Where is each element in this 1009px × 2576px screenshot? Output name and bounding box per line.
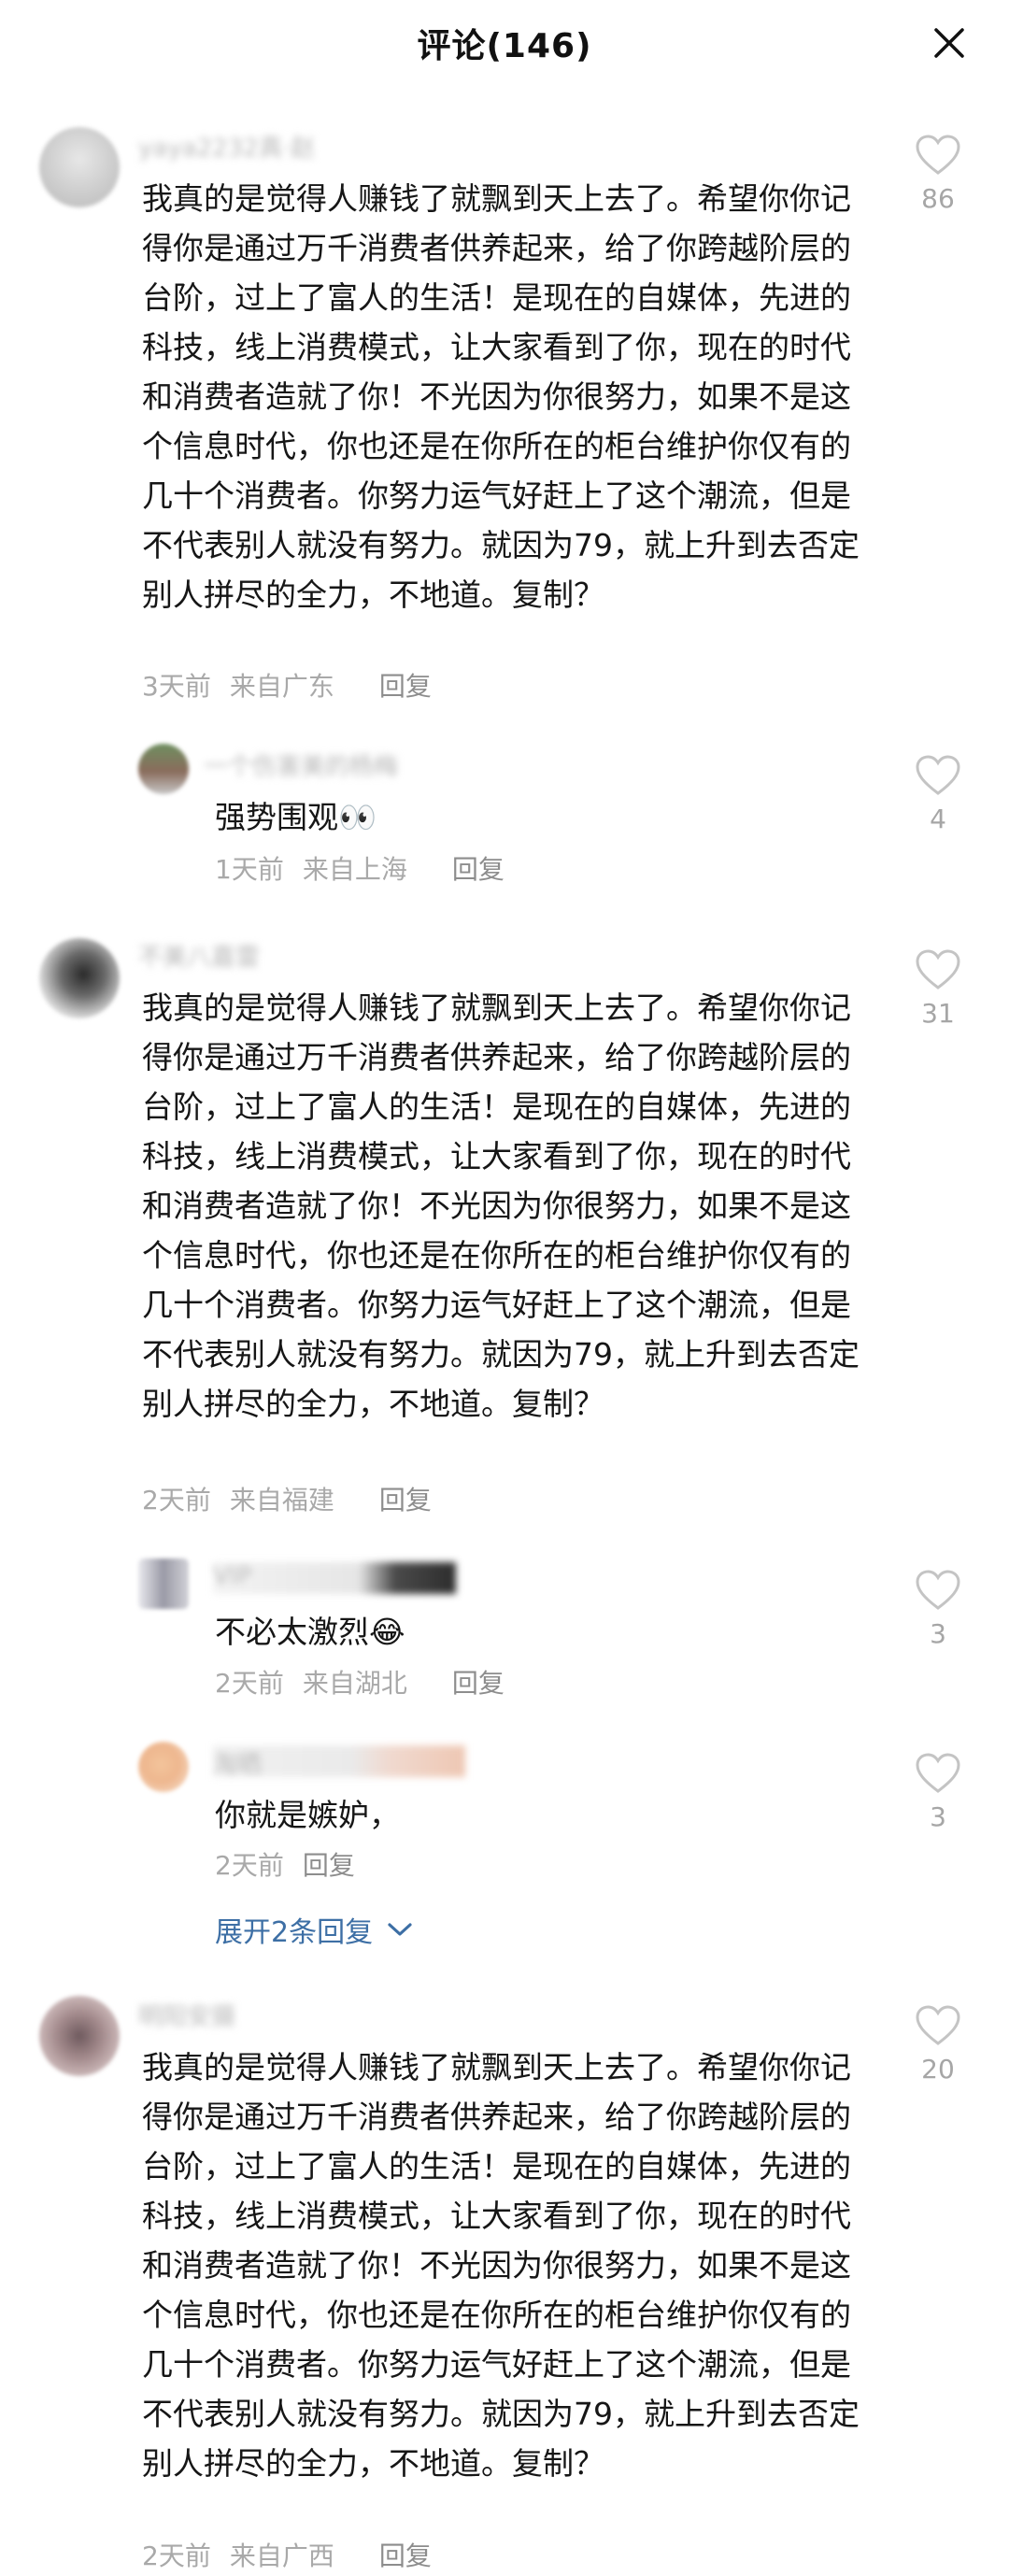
- username[interactable]: 不美八嘉雷: [138, 938, 325, 970]
- reply-button[interactable]: 回复: [452, 854, 504, 885]
- like-button[interactable]: 3: [910, 1570, 966, 1649]
- avatar[interactable]: [138, 744, 189, 794]
- username[interactable]: VIP: [213, 1562, 456, 1594]
- comment-meta: 2天前 来自湖北 回复: [215, 1663, 523, 1701]
- comment-meta: 2天前 来自广西 回复: [142, 2536, 450, 2573]
- comment-meta: 3天前 来自广东 回复: [142, 666, 450, 704]
- avatar[interactable]: [138, 1558, 189, 1609]
- heart-icon: [916, 949, 960, 989]
- comment-time: 2天前: [142, 2540, 211, 2571]
- like-button[interactable]: 86: [910, 135, 966, 214]
- like-button[interactable]: 4: [910, 755, 966, 834]
- comment-text: 强势围观👀: [215, 799, 377, 835]
- close-button[interactable]: [927, 21, 972, 65]
- comment-time: 2天前: [142, 1485, 211, 1516]
- like-button[interactable]: 3: [910, 1753, 966, 1832]
- comment-text: 不必太激烈😂: [215, 1614, 405, 1650]
- like-count: 86: [921, 183, 955, 214]
- like-count: 3: [930, 1801, 946, 1832]
- reply-button[interactable]: 回复: [379, 671, 432, 702]
- expand-replies-label: 展开2条回复: [215, 1916, 374, 1949]
- comment-text: 我真的是觉得人赚钱了就飘到天上去了。希望你你记得你是通过万千消费者供养起来，给了…: [142, 2049, 860, 2482]
- reply-button[interactable]: 回复: [303, 1850, 355, 1881]
- username[interactable]: 一个伤害美的杨梅: [204, 747, 465, 779]
- like-count: 31: [921, 998, 955, 1029]
- heart-icon: [916, 755, 960, 795]
- avatar[interactable]: [39, 1996, 120, 2076]
- reply-button[interactable]: 回复: [379, 1485, 432, 1516]
- comment-location: 来自广西: [229, 2540, 334, 2571]
- heart-icon: [916, 1570, 960, 1610]
- username[interactable]: 明阳安摄: [138, 1998, 288, 2029]
- comment-location: 来自福建: [229, 1485, 334, 1516]
- comment-text: 我真的是觉得人赚钱了就飘到天上去了。希望你你记得你是通过万千消费者供养起来，给了…: [142, 989, 860, 1422]
- comment-location: 来自湖北: [302, 1668, 407, 1699]
- like-button[interactable]: 20: [910, 2005, 966, 2085]
- chevron-down-icon: [388, 1923, 412, 1936]
- username[interactable]: 淘晒: [213, 1745, 465, 1777]
- like-count: 3: [930, 1618, 946, 1649]
- like-button[interactable]: 31: [910, 949, 966, 1029]
- reply-button[interactable]: 回复: [452, 1668, 504, 1699]
- close-icon: [934, 28, 964, 58]
- comment-meta: 2天前 回复: [215, 1845, 374, 1883]
- avatar[interactable]: [39, 127, 120, 207]
- comment-meta: 2天前 来自福建 回复: [142, 1480, 450, 1517]
- username[interactable]: yaya2232真·赵: [138, 129, 447, 161]
- avatar[interactable]: [39, 938, 120, 1018]
- like-count: 20: [921, 2054, 955, 2085]
- page-title: 评论(146): [417, 27, 592, 65]
- comments-header: 评论(146): [0, 0, 1009, 86]
- like-count: 4: [930, 804, 946, 834]
- comment-time: 1天前: [215, 854, 284, 885]
- expand-replies-button[interactable]: 展开2条回复: [215, 1909, 414, 1950]
- comment-text: 你就是嫉妒，: [215, 1797, 400, 1833]
- comment-location: 来自广东: [229, 671, 334, 702]
- comment-location: 来自上海: [302, 854, 407, 885]
- comment-meta: 1天前 来自上海 回复: [215, 849, 523, 887]
- heart-icon: [916, 135, 960, 175]
- avatar[interactable]: [138, 1742, 189, 1792]
- comment-time: 2天前: [215, 1668, 284, 1699]
- comment-text: 我真的是觉得人赚钱了就飘到天上去了。希望你你记得你是通过万千消费者供养起来，给了…: [142, 180, 860, 613]
- reply-button[interactable]: 回复: [379, 2540, 432, 2571]
- heart-icon: [916, 2005, 960, 2045]
- comment-time: 2天前: [215, 1850, 284, 1881]
- heart-icon: [916, 1753, 960, 1793]
- comment-time: 3天前: [142, 671, 211, 702]
